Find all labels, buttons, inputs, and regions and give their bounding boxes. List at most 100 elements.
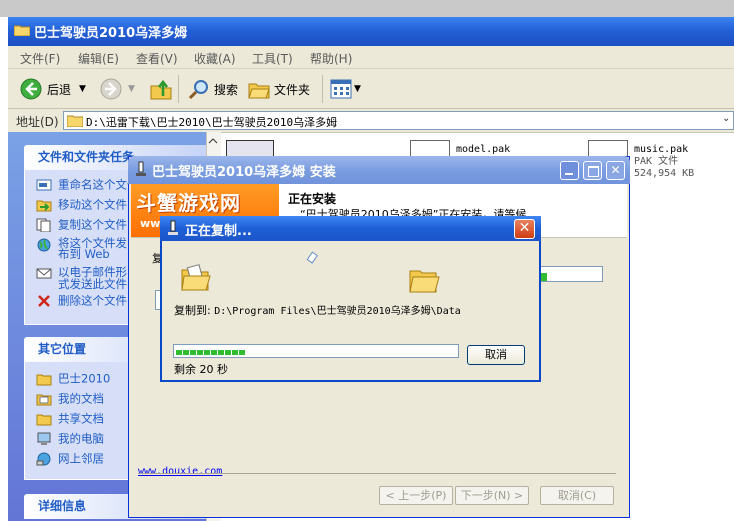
dropdown-arrow-icon[interactable]: ▼ (354, 84, 361, 94)
scroll-up-arrow-icon[interactable] (206, 134, 220, 148)
place-label: 巴士2010 (58, 371, 111, 386)
copy-progress-fill (176, 347, 246, 355)
task-delete[interactable]: 删除这个文件 (36, 294, 127, 308)
progress-block (197, 350, 203, 355)
menu-favorites[interactable]: 收藏(A) (194, 50, 236, 67)
search-label: 搜索 (214, 82, 239, 97)
rename-icon (36, 178, 52, 192)
menu-tools[interactable]: 工具(T) (252, 50, 293, 67)
task-publish-label: 将这个文件发布到 Web (58, 236, 127, 261)
task-copy-label: 复制这个文件 (58, 217, 127, 232)
installer-cancel-button[interactable]: 取消(C) (540, 486, 614, 505)
copy-dialog-app-icon (168, 220, 178, 235)
folders-button[interactable]: 文件夹 (248, 77, 310, 101)
task-delete-label: 删除这个文件 (58, 293, 127, 308)
music-pak-size: 524,954 KB (634, 168, 695, 179)
back-button[interactable]: 后退 ▼ (20, 77, 86, 101)
place-my-documents[interactable]: 我的文档 (36, 392, 104, 406)
email-icon (36, 266, 52, 280)
progress-block (204, 350, 210, 355)
copy-dialog-close-button[interactable]: ✕ (514, 219, 535, 239)
toolbar-separator (322, 75, 323, 103)
folder-icon (67, 115, 83, 127)
menu-bar: 文件(F) 编辑(E) 查看(V) 收藏(A) 工具(T) 帮助(H) (8, 46, 734, 69)
destination-folder-icon (409, 270, 440, 293)
installer-separator (138, 473, 616, 474)
progress-block (211, 350, 217, 355)
back-step-button[interactable]: < 上一步(P) (379, 486, 453, 505)
task-rename-label: 重命名这个文件 (58, 177, 139, 192)
progress-block (218, 350, 224, 355)
views-button[interactable]: ▼ (330, 77, 361, 101)
search-icon (188, 80, 208, 100)
copy-to-path: D:\Program Files\巴士驾驶员2010乌泽多姆\Data (214, 306, 461, 317)
menu-help[interactable]: 帮助(H) (310, 50, 352, 67)
flying-document-icon (306, 251, 319, 264)
installer-app-icon (136, 161, 146, 176)
dropdown-arrow-icon[interactable]: ▼ (128, 84, 135, 94)
model-pak-name[interactable]: model.pak (456, 144, 510, 156)
place-label: 我的电脑 (58, 431, 104, 446)
task-publish-web[interactable]: 将这个文件发布到 Web (36, 236, 130, 261)
menu-edit[interactable]: 编辑(E) (78, 50, 119, 67)
progress-block (183, 350, 189, 355)
address-label: 地址(D) (16, 115, 59, 129)
copy-time-remaining: 剩余 20 秒 (174, 363, 228, 376)
progress-block (232, 350, 238, 355)
delete-icon (36, 294, 52, 308)
menu-file[interactable]: 文件(F) (20, 50, 60, 67)
installer-close-button[interactable]: ✕ (606, 161, 625, 180)
up-folder-button[interactable] (150, 77, 172, 101)
address-path: D:\迅雷下载\巴士2010\巴士驾驶员2010乌泽多姆 (86, 116, 338, 129)
folder-icon (36, 372, 52, 386)
task-copy[interactable]: 复制这个文件 (36, 217, 127, 233)
progress-block (176, 350, 182, 355)
music-pak-type: PAK 文件 (634, 156, 679, 167)
views-icon (330, 79, 352, 99)
network-icon (36, 452, 52, 466)
globe-icon (36, 238, 52, 252)
dropdown-arrow-icon[interactable]: ▼ (79, 84, 86, 94)
move-icon (36, 198, 52, 212)
progress-block (190, 350, 196, 355)
installer-progress-fill (541, 270, 548, 284)
music-pak-info[interactable]: music.pak PAK 文件 524,954 KB (634, 144, 694, 180)
toolbar-separator (178, 75, 179, 103)
copy-progress-bar (173, 344, 459, 358)
copy-to-label: 复制到: (174, 304, 211, 317)
copy-cancel-button[interactable]: 取消 (467, 345, 525, 365)
up-folder-icon (150, 79, 172, 100)
folder-icon (14, 25, 30, 36)
music-pak-name: music.pak (634, 144, 689, 155)
task-rename[interactable]: 重命名这个文件 (36, 178, 139, 192)
menu-view[interactable]: 查看(V) (136, 50, 178, 67)
task-email[interactable]: 以电子邮件形式发送此文件 (36, 266, 130, 290)
installer-progress-bar (538, 266, 603, 282)
place-shared-documents[interactable]: 共享文档 (36, 412, 104, 426)
next-step-button[interactable]: 下一步(N) > (455, 486, 529, 505)
folders-label: 文件夹 (274, 82, 311, 97)
progress-block (239, 350, 245, 355)
douxie-logo-sub: ww (140, 217, 161, 230)
minimize-button[interactable] (560, 161, 579, 180)
place-label: 网上邻居 (58, 451, 104, 466)
douxie-logo-text: 斗蟹游戏网 (136, 191, 241, 215)
progress-block (225, 350, 231, 355)
place-network[interactable]: 网上邻居 (36, 452, 104, 466)
task-move[interactable]: 移动这个文件 (36, 198, 127, 212)
forward-arrow-icon (100, 78, 122, 100)
forward-button[interactable]: ▼ (100, 77, 135, 101)
place-my-computer[interactable]: 我的电脑 (36, 432, 104, 446)
douxie-link[interactable]: www.douxie.com (138, 466, 222, 477)
place-label: 共享文档 (58, 411, 104, 426)
place-bus2010[interactable]: 巴士2010 (36, 372, 110, 386)
place-label: 我的文档 (58, 391, 104, 406)
back-arrow-icon (20, 78, 42, 100)
search-button[interactable]: 搜索 (188, 77, 238, 101)
copy-destination: 复制到: D:\Program Files\巴士驾驶员2010乌泽多姆\Data (174, 302, 461, 318)
maximize-button[interactable] (583, 161, 602, 180)
explorer-title: 巴士驾驶员2010乌泽多姆 (34, 26, 188, 41)
address-dropdown-icon[interactable]: ⌄ (722, 113, 730, 124)
copy-icon (36, 218, 52, 233)
task-email-label: 以电子邮件形式发送此文件 (58, 265, 127, 291)
